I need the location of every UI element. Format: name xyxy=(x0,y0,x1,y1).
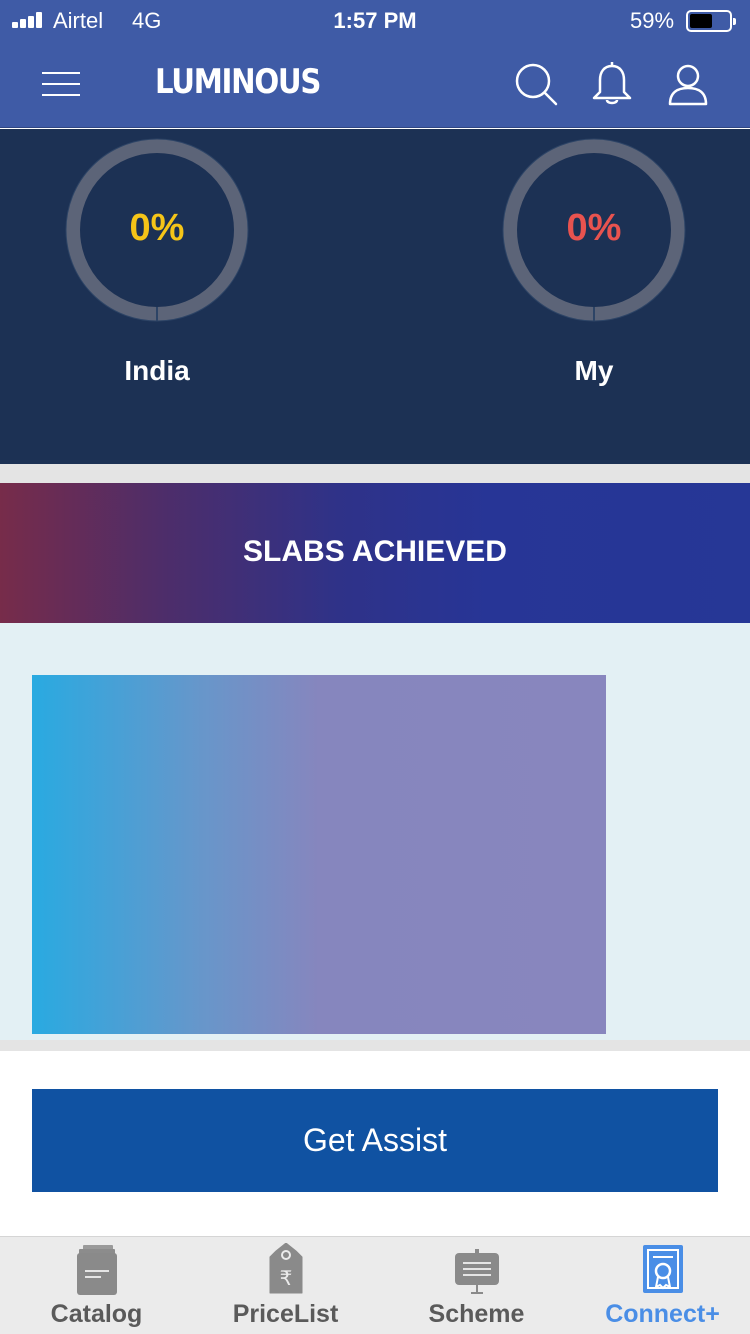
certificate-icon xyxy=(639,1243,687,1295)
tab-label: Connect+ xyxy=(605,1300,720,1328)
menu-icon[interactable] xyxy=(38,64,86,104)
my-label: My xyxy=(574,355,614,386)
assist-section: Get Assist xyxy=(0,1051,750,1236)
catalog-icon xyxy=(73,1243,121,1295)
scheme-board-icon xyxy=(453,1243,501,1295)
battery-icon xyxy=(686,10,736,32)
battery-fill xyxy=(690,14,712,28)
slabs-panel xyxy=(0,623,750,1040)
slabs-title: SLABS ACHIEVED xyxy=(243,535,507,568)
india-label: India xyxy=(124,355,190,386)
gauge-value: 0% xyxy=(129,207,185,249)
get-assist-button[interactable]: Get Assist xyxy=(32,1089,718,1192)
user-icon[interactable] xyxy=(664,60,712,108)
tab-label: Catalog xyxy=(50,1300,143,1328)
tab-label: Scheme xyxy=(428,1300,525,1328)
svg-text:₹: ₹ xyxy=(280,1266,293,1290)
tab-catalog[interactable]: Catalog xyxy=(3,1237,190,1334)
brand-logo: LUMINOUS xyxy=(155,62,321,102)
slabs-header: SLABS ACHIEVED xyxy=(0,483,750,623)
get-assist-label: Get Assist xyxy=(302,1122,448,1158)
section-divider xyxy=(0,464,750,483)
tab-scheme[interactable]: Scheme xyxy=(383,1237,570,1334)
battery-percent: 59% xyxy=(630,8,675,33)
status-bar: Airtel 4G 1:57 PM 59% xyxy=(0,0,750,40)
progress-dashboard: 0% India 0% My xyxy=(0,129,750,464)
gauge-value: 0% xyxy=(566,207,622,249)
my-progress-gauge: 0% xyxy=(501,137,687,323)
tab-label: PriceList xyxy=(232,1300,339,1328)
slabs-graphic xyxy=(32,675,606,1034)
bell-icon[interactable] xyxy=(588,60,636,108)
tab-connect-plus[interactable]: Connect+ xyxy=(569,1237,750,1334)
section-divider xyxy=(0,1040,750,1051)
price-tag-icon: ₹ xyxy=(262,1242,310,1295)
search-icon[interactable] xyxy=(512,60,560,108)
tab-pricelist[interactable]: ₹ PriceList xyxy=(192,1237,379,1334)
app-header: LUMINOUS xyxy=(0,40,750,128)
india-progress-gauge: 0% xyxy=(64,137,250,323)
bottom-tab-bar: Catalog ₹ PriceList Scheme Connect+ xyxy=(0,1236,750,1334)
